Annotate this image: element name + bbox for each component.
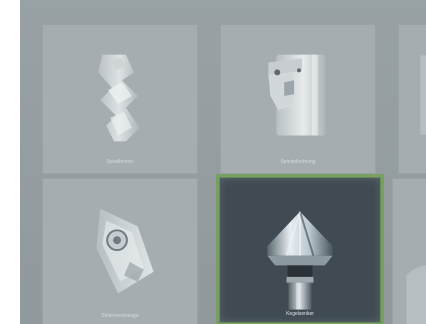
tool-tile-partial-right-bottom[interactable]: [392, 178, 426, 324]
selection-glow: [219, 177, 381, 323]
tile-label: Spiralbohrer: [106, 159, 134, 165]
twist-drill-icon: [98, 54, 140, 142]
indexable-drill-icon: [268, 54, 326, 136]
tool-tile-partial-right-top[interactable]: [398, 24, 426, 174]
tool-selection-gallery: Spiralbohrer Spindelbohrung Sinterwerkze…: [20, 0, 426, 324]
tile-label: Sinterwerkzeuge: [101, 313, 139, 319]
tool-tile-spiralbohrer[interactable]: Spiralbohrer: [42, 24, 198, 174]
indexable-insert-icon: [96, 208, 154, 294]
partial-tool-icon: [420, 55, 426, 135]
partial-tool-icon: [406, 265, 426, 324]
tool-tile-kegelsenker[interactable]: Kegelsenker: [216, 174, 384, 324]
tile-label: Spindelbohrung: [280, 159, 316, 165]
tile-label: Kegelsenker: [286, 311, 314, 317]
countersink-icon: [267, 211, 333, 310]
tool-tile-sinterwerkzeuge[interactable]: Sinterwerkzeuge: [42, 178, 198, 324]
tool-tile-spindelbohrung[interactable]: Spindelbohrung: [220, 24, 376, 174]
